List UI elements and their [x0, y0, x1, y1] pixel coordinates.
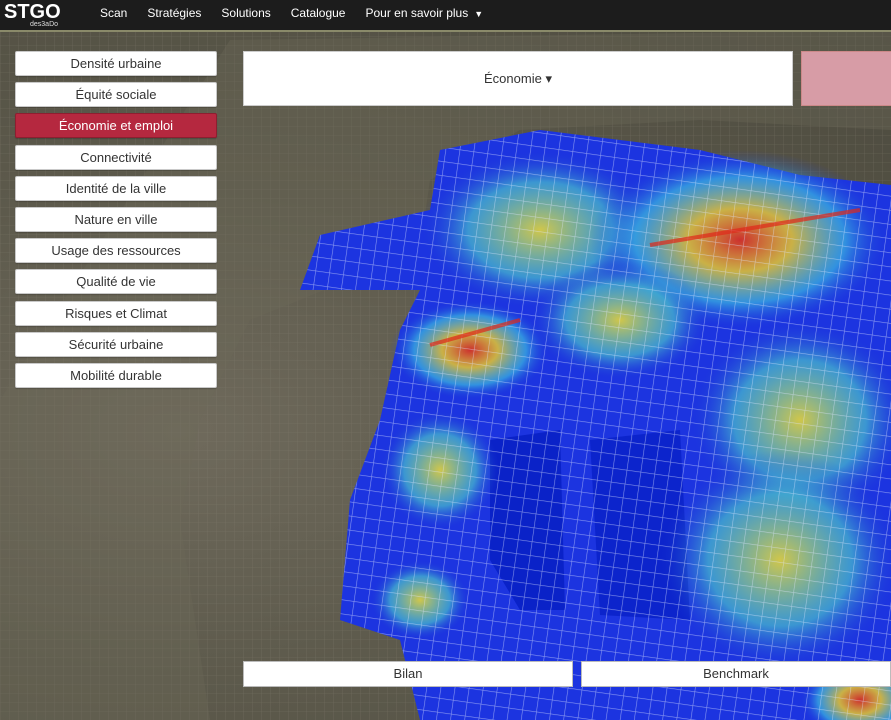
sidebar-item-equite-sociale[interactable]: Équité sociale [15, 82, 217, 108]
sidebar-item-risques-climat[interactable]: Risques et Climat [15, 300, 217, 326]
nav-strategies[interactable]: Stratégies [147, 6, 201, 20]
sidebar-item-nature-ville[interactable]: Nature en ville [15, 206, 217, 232]
sidebar-item-securite-urbaine[interactable]: Sécurité urbaine [15, 331, 217, 357]
logo-subtext: des3aDo [30, 21, 59, 28]
sidebar-item-economie-emploi[interactable]: Économie et emploi [15, 113, 217, 139]
sidebar-item-densite-urbaine[interactable]: Densité urbaine [15, 51, 217, 76]
legend-panel [801, 51, 891, 106]
benchmark-button[interactable]: Benchmark [581, 661, 891, 687]
stgo-logo[interactable]: STGO des3aDo [4, 2, 66, 28]
sidebar-item-identite-ville[interactable]: Identité de la ville [15, 175, 217, 201]
main-nav: Scan Stratégies Solutions Catalogue Pour… [100, 0, 503, 26]
theme-sidebar: Densité urbaine Équité sociale Économie … [15, 51, 217, 394]
indicator-dropdown[interactable]: Économie ▾ [243, 51, 793, 106]
logo-text: STGO [4, 1, 61, 23]
nav-more-label: Pour en savoir plus [365, 6, 469, 20]
sidebar-item-mobilite-durable[interactable]: Mobilité durable [15, 362, 217, 388]
nav-solutions[interactable]: Solutions [221, 6, 270, 20]
dropdown-label: Économie [484, 71, 542, 86]
top-navbar: STGO des3aDo Scan Stratégies Solutions C… [0, 0, 891, 32]
sidebar-item-usage-ressources[interactable]: Usage des ressources [15, 238, 217, 264]
sidebar-item-qualite-vie[interactable]: Qualité de vie [15, 269, 217, 295]
caret-down-icon: ▼ [474, 9, 484, 19]
nav-catalogue[interactable]: Catalogue [291, 6, 346, 20]
caret-down-icon: ▾ [545, 71, 552, 86]
bilan-button[interactable]: Bilan [243, 661, 573, 687]
nav-scan[interactable]: Scan [100, 6, 127, 20]
nav-pour-en-savoir-plus[interactable]: Pour en savoir plus ▼ [365, 6, 483, 20]
sidebar-item-connectivite[interactable]: Connectivité [15, 144, 217, 170]
